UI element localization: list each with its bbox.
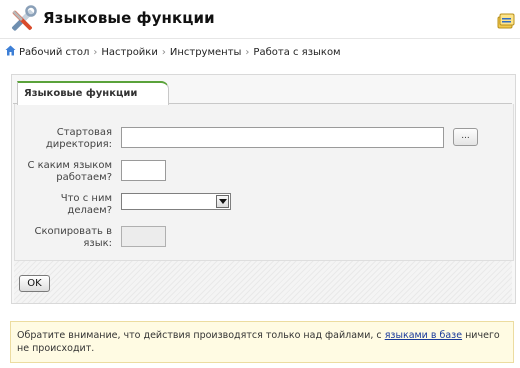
start-dir-label-line1: Стартовая	[56, 127, 112, 138]
breadcrumb-separator: ›	[245, 47, 250, 58]
start-dir-input[interactable]	[121, 127, 444, 148]
breadcrumb-desktop[interactable]: Рабочий стол	[19, 47, 89, 58]
breadcrumb-tools[interactable]: Инструменты	[170, 47, 242, 58]
start-dir-label-line2: директория:	[45, 139, 112, 150]
start-dir-label: Стартовая директория:	[14, 127, 112, 151]
wrench-screwdriver-icon	[7, 5, 37, 35]
notice-box: Обратите внимание, что действия производ…	[10, 321, 514, 363]
language-label-line1: С каким языком	[27, 160, 112, 171]
header: Языковые функции	[0, 0, 520, 38]
copy-to-language-input	[121, 226, 166, 247]
ok-button[interactable]: OK	[19, 275, 50, 292]
help-icon[interactable]	[497, 12, 515, 30]
copy-to-label-line1: Скопировать в	[34, 226, 112, 237]
breadcrumb-settings[interactable]: Настройки	[101, 47, 157, 58]
chevron-down-icon[interactable]	[216, 195, 229, 208]
breadcrumb-separator: ›	[93, 47, 98, 58]
page-title: Языковые функции	[43, 9, 215, 27]
breadcrumb-separator: ›	[161, 47, 166, 58]
tab-label: Языковые функции	[24, 88, 138, 99]
language-input[interactable]	[121, 160, 166, 181]
language-base-link[interactable]: языками в базе	[385, 330, 462, 341]
notice-text-start: Обратите внимание, что действия производ…	[17, 330, 385, 341]
action-select[interactable]	[121, 193, 231, 210]
browse-button[interactable]: ...	[453, 128, 478, 146]
header-divider	[0, 38, 520, 39]
action-label-line1: Что с ним	[60, 193, 112, 204]
language-label-line2: работаем?	[56, 172, 112, 183]
copy-to-label-line2: язык:	[83, 238, 112, 249]
language-label: С каким языком работаем?	[14, 160, 112, 184]
action-label-line2: делаем?	[67, 205, 112, 216]
breadcrumb: Рабочий стол › Настройки › Инструменты › Работ…	[5, 45, 341, 59]
breadcrumb-language: Работа с языком	[253, 47, 341, 58]
action-label: Что с ним делаем?	[14, 193, 112, 217]
form-footer	[14, 260, 512, 303]
home-icon[interactable]	[5, 45, 16, 56]
tab-language-functions[interactable]: Языковые функции	[17, 81, 169, 105]
copy-to-label: Скопировать в язык:	[14, 226, 112, 250]
